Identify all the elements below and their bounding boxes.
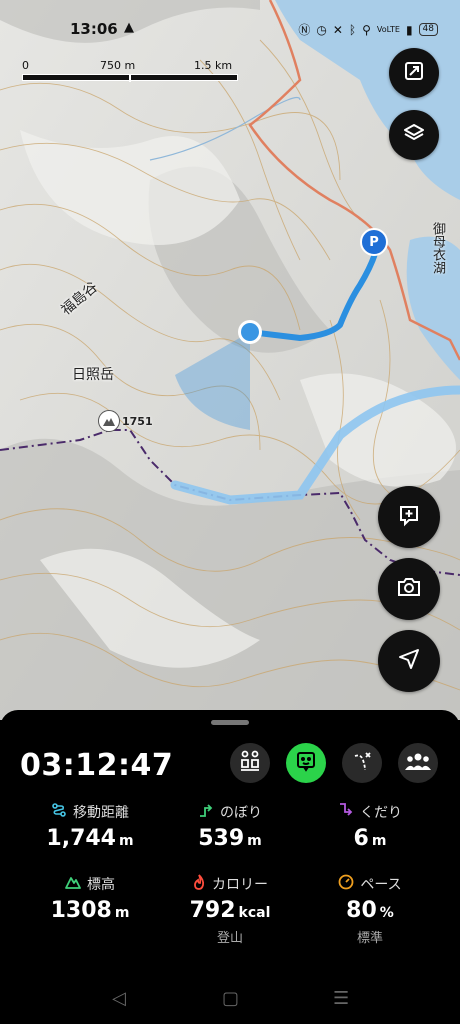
ascent-icon (198, 802, 214, 822)
layers-button[interactable] (389, 110, 439, 160)
face-icon (295, 750, 317, 776)
elevation-unit: m (114, 905, 130, 921)
stat-ascent: のぼり 539 m (155, 802, 305, 851)
pace-label: ペース (360, 877, 402, 893)
status-bar: 13:06 ▲ Ⓝ ◷ ✕ ᛒ ⚲ VoLTE ▮ 48 (0, 0, 460, 58)
elevation-value: 1308 (50, 898, 112, 923)
stat-elevation: 標高 1308 m (15, 874, 165, 923)
fullscreen-icon (403, 60, 425, 86)
route-icon (351, 750, 373, 776)
signal-icon: ▮ (405, 22, 413, 37)
status-time: 13:06 (70, 20, 118, 38)
activity-panel: 03:12:47 移動距離 1,744 m のぼり 539 m くだり 6 m … (0, 710, 460, 1024)
peak-marker[interactable]: 1751 (98, 410, 153, 432)
add-note-button[interactable] (378, 486, 440, 548)
stat-distance: 移動距離 1,744 m (15, 802, 165, 851)
ascent-value: 539 (198, 826, 245, 851)
fullscreen-button[interactable] (389, 48, 439, 98)
label-mountain: 日照岳 (72, 367, 114, 383)
descent-value: 6 (353, 826, 369, 851)
map-scale: 0 750 m 1.5 km (22, 59, 238, 84)
layers-icon (403, 122, 425, 148)
pace-value: 80 (346, 898, 377, 923)
stat-descent: くだり 6m (295, 802, 445, 851)
descent-icon (338, 802, 354, 822)
location-icon: ⚲ (362, 22, 371, 37)
descent-unit: m (371, 833, 387, 849)
flame-icon (192, 874, 206, 894)
calories-label: カロリー (212, 877, 268, 893)
recents-button[interactable]: ☰ (333, 988, 349, 1009)
add-note-icon (397, 503, 421, 531)
volte-icon: VoLTE (376, 25, 400, 34)
parking-icon: P (369, 234, 379, 250)
distance-icon (51, 802, 67, 822)
scale-end: 1.5 km (194, 59, 233, 72)
distance-unit: m (119, 833, 134, 849)
sheet-handle[interactable] (211, 720, 249, 725)
elevation-label: 標高 (87, 877, 115, 893)
people-gps-icon (239, 749, 261, 777)
scale-mid-tick (129, 74, 131, 82)
ascent-label: のぼり (220, 805, 262, 821)
locate-button[interactable] (378, 630, 440, 692)
scale-zero: 0 (22, 59, 29, 72)
descent-label: くだり (360, 805, 402, 821)
group-icon (405, 751, 431, 775)
camera-button[interactable] (378, 558, 440, 620)
label-lake: 御母衣湖 (430, 222, 445, 274)
calories-activity: 登山 (216, 931, 243, 946)
mute-icon: ✕ (332, 22, 343, 37)
alert-triangle-icon: ▲ (124, 20, 134, 35)
mode-people-gps[interactable] (230, 743, 270, 783)
elevation-icon (65, 875, 81, 893)
mode-route[interactable] (342, 743, 382, 783)
ascent-unit: m (247, 833, 262, 849)
back-button[interactable]: ◁ (112, 988, 126, 1009)
stat-calories: カロリー 792 kcal 登山 (155, 874, 305, 946)
mode-face[interactable] (286, 743, 326, 783)
bluetooth-icon: ᛒ (348, 22, 357, 37)
map-view[interactable]: 13:06 ▲ Ⓝ ◷ ✕ ᛒ ⚲ VoLTE ▮ 48 0 750 m 1.5… (0, 0, 460, 720)
scale-mid: 750 m (100, 59, 136, 72)
pace-level: 標準 (356, 931, 383, 946)
mode-group[interactable] (398, 743, 438, 783)
alarm-icon: ◷ (316, 22, 327, 37)
nfc-icon: Ⓝ (298, 23, 311, 37)
system-navbar: ◁ ▢ ☰ (0, 980, 460, 1020)
mountain-icon (98, 410, 120, 432)
calories-unit: kcal (238, 905, 271, 921)
navigation-arrow-icon (398, 648, 420, 674)
home-button[interactable]: ▢ (222, 988, 239, 1009)
distance-value: 1,744 (46, 826, 116, 851)
speedometer-icon (338, 874, 354, 894)
elapsed-time: 03:12:47 (20, 748, 174, 783)
pace-unit: % (379, 905, 394, 921)
stat-pace: ペース 80% 標準 (295, 874, 445, 946)
camera-icon (396, 576, 422, 602)
battery-icon: 48 (418, 23, 438, 36)
peak-elevation: 1751 (122, 414, 153, 428)
distance-label: 移動距離 (73, 805, 129, 821)
parking-marker[interactable]: P (360, 228, 388, 256)
calories-value: 792 (189, 898, 236, 923)
